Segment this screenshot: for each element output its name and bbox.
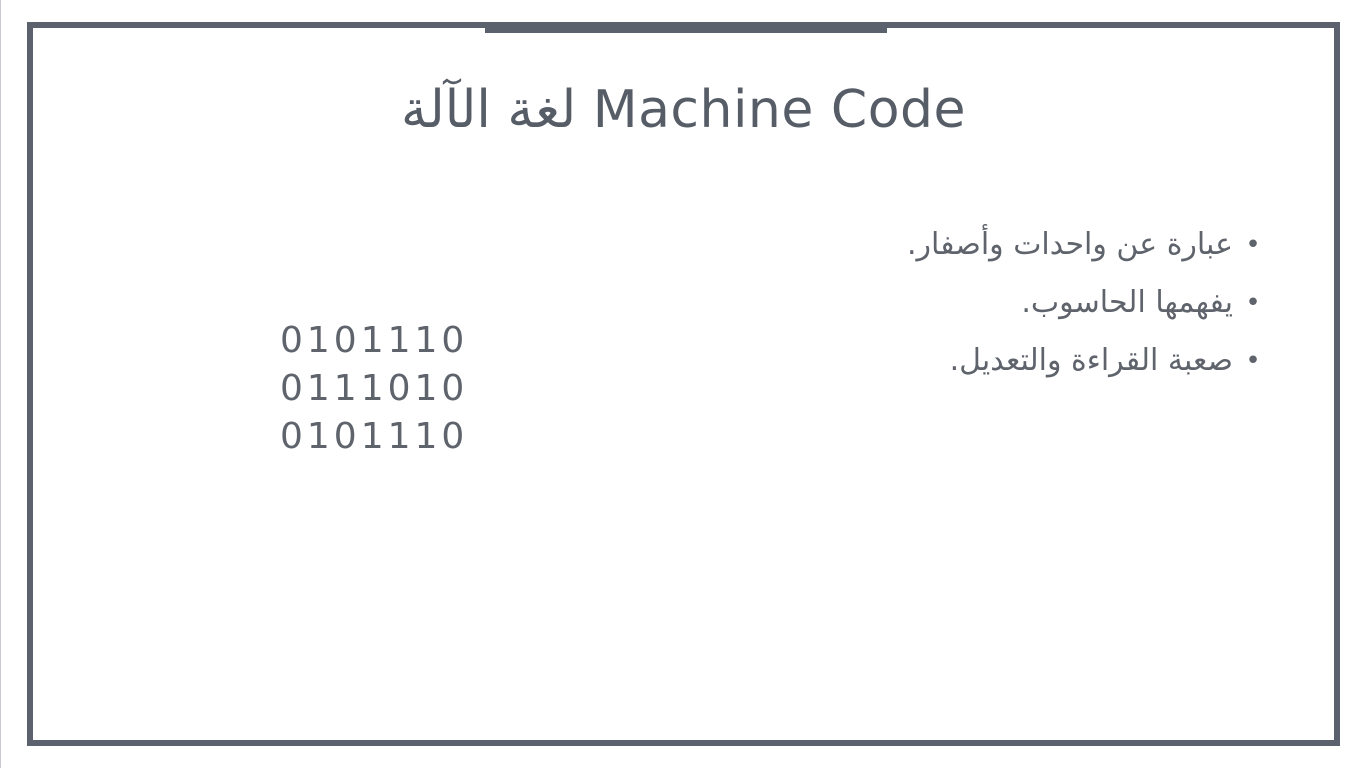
slide-frame: لغة الآلة Machine Code • عبارة عن واحدات…	[27, 22, 1340, 746]
bullet-dot-icon: •	[1245, 288, 1261, 318]
bullet-list: • عبارة عن واحدات وأصفار. • يفهمها الحاس…	[623, 216, 1263, 390]
bullet-dot-icon: •	[1245, 230, 1261, 260]
bullet-dot-icon: •	[1245, 346, 1261, 376]
bullet-item-1: • عبارة عن واحدات وأصفار.	[623, 216, 1263, 274]
binary-code-graphic: 0101110 0111010 0101110	[280, 317, 468, 461]
bullet-item-2: • يفهمها الحاسوب.	[623, 274, 1263, 332]
binary-row-1: 0101110	[280, 320, 469, 361]
binary-row-2: 0111010	[280, 368, 469, 409]
binary-row-3: 0101110	[280, 416, 469, 457]
bullet-item-3: • صعبة القراءة والتعديل.	[623, 332, 1263, 390]
slide-top-accent-bar	[485, 27, 887, 33]
slide-title: لغة الآلة Machine Code	[400, 80, 967, 140]
bullet-text: يفهمها الحاسوب.	[1021, 285, 1233, 320]
bullet-text: عبارة عن واحدات وأصفار.	[907, 227, 1233, 262]
bullet-text: صعبة القراءة والتعديل.	[949, 343, 1233, 378]
window-left-edge	[0, 0, 1, 768]
presentation-page: لغة الآلة Machine Code • عبارة عن واحدات…	[0, 0, 1366, 768]
